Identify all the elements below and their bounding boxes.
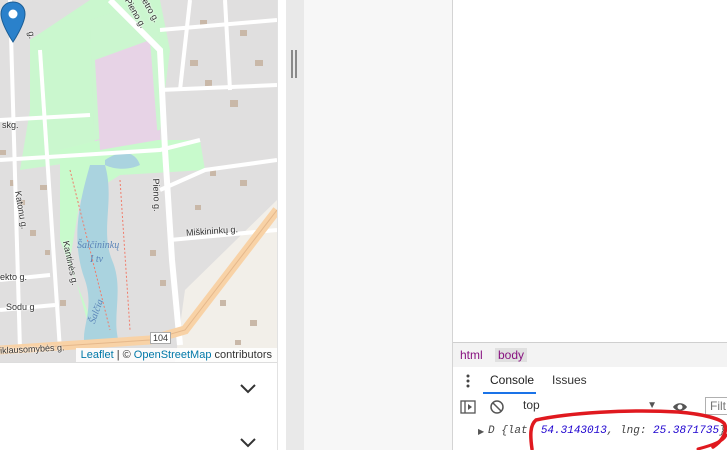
map-tiles [0, 0, 277, 362]
map-label-street: skg. [2, 120, 19, 130]
leaflet-link[interactable]: Leaflet [81, 349, 114, 361]
breadcrumb-html[interactable]: html [457, 348, 486, 362]
tab-issues[interactable]: Issues [552, 373, 587, 387]
chevron-down-icon[interactable] [239, 435, 257, 449]
expand-triangle-icon[interactable]: ▶ [478, 427, 484, 437]
map-attribution: Leaflet | © OpenStreetMap contributors [75, 348, 277, 362]
annotation-scribble [529, 409, 727, 450]
accordion-row-1[interactable] [0, 362, 277, 416]
drag-handle-icon[interactable] [291, 50, 298, 78]
map-label-street: Pieno g. [150, 178, 163, 212]
map-label-water: Šalčininkų [77, 240, 120, 251]
map-label-street: g. [26, 30, 38, 40]
map-marker-icon[interactable] [0, 0, 26, 44]
attribution-suffix: contributors [214, 349, 272, 361]
elements-tree [453, 0, 727, 342]
more-options-icon[interactable] [465, 373, 471, 389]
breadcrumb: html body [453, 342, 727, 369]
blank-viewport [304, 0, 453, 450]
attribution-separator: | © [116, 349, 131, 361]
breadcrumb-body[interactable]: body [495, 348, 528, 362]
devtools-panel: html body Console Issues top ▼ Filt ▶ D … [453, 0, 727, 450]
tab-console[interactable]: Console [490, 373, 534, 387]
map-label-street: Sodu g [6, 302, 35, 312]
sidebar-toggle-icon[interactable] [460, 399, 476, 415]
map-label-road-number: 104 [150, 332, 172, 344]
chevron-down-icon[interactable] [239, 381, 257, 395]
drawer-tabs: Console Issues [453, 367, 727, 395]
map-label-water: I tv [90, 254, 104, 265]
map[interactable]: Pieno g. Pietro g. g. skg. Katonu g. Kan… [0, 0, 277, 362]
openstreetmap-link[interactable]: OpenStreetMap [134, 349, 212, 361]
accordion-row-2[interactable] [0, 415, 277, 467]
map-label-street: ekto g. [0, 272, 28, 282]
clear-console-icon[interactable] [489, 399, 505, 415]
